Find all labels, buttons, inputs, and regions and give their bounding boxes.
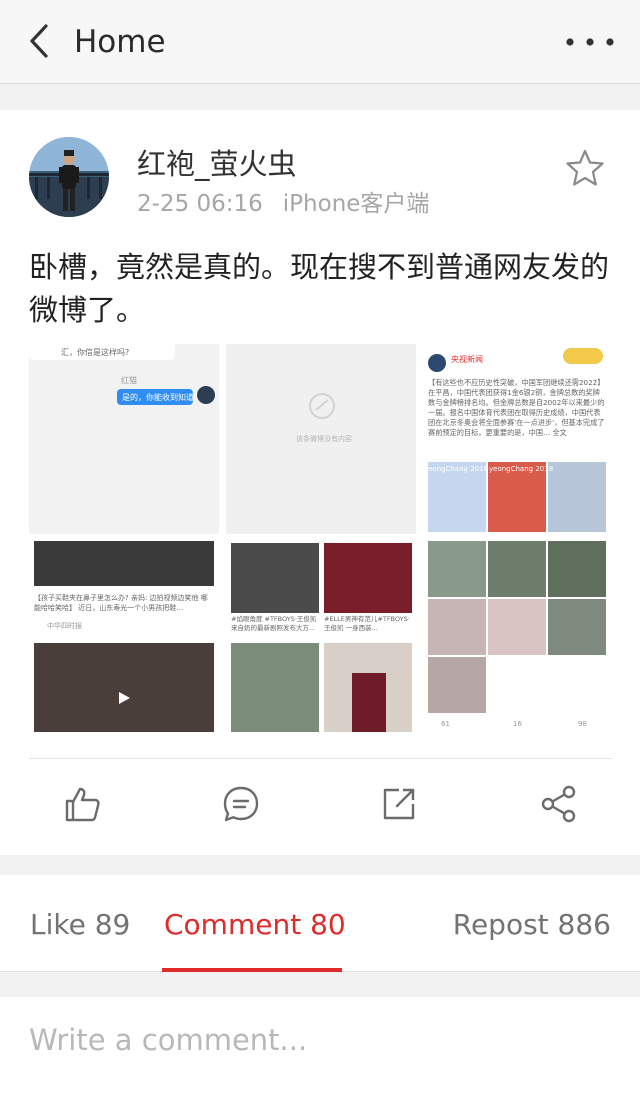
olympic-photo — [548, 462, 606, 532]
video-thumbnail[interactable] — [29, 643, 219, 732]
chat-sender: 红猫 — [121, 376, 137, 385]
chevron-left-icon — [30, 24, 48, 58]
photo — [488, 541, 546, 597]
video-caption: 【孩子买鞋夹在鼻子里怎么办? 亲妈: 边拍视频边笑他 哪能哈哈笑哈】 近日，山东… — [34, 594, 208, 612]
avatar-photo — [29, 137, 109, 217]
tab-comment[interactable]: Comment 80 — [164, 905, 346, 945]
news-badge — [563, 348, 603, 364]
like-count: 98 — [578, 720, 587, 728]
post-source: iPhone客户端 — [282, 191, 430, 217]
favorite-button[interactable] — [565, 148, 605, 188]
navigation-bar: Home — [0, 0, 640, 84]
photo — [428, 541, 486, 597]
photo — [231, 643, 319, 732]
photo — [488, 599, 546, 655]
divider — [29, 758, 613, 759]
video-still — [34, 643, 214, 732]
active-tab-indicator — [162, 968, 342, 972]
photo — [428, 657, 486, 713]
blank-caption: 该条微博没有内容 — [296, 435, 352, 443]
comment-count: 16 — [513, 720, 522, 728]
video-still — [34, 541, 214, 586]
post-meta: 2-25 06:16 iPhone客户端 — [137, 188, 429, 220]
post-username[interactable]: 红袍_萤火虫 — [137, 144, 297, 184]
share-button[interactable] — [539, 784, 579, 824]
news-text: 【有这些也不应历史性突破，中国军团继续还需2022】在平昌，中国代表团获得1金6… — [428, 378, 605, 437]
image-thumbnail[interactable]: 该条微博没有内容 — [226, 344, 416, 534]
video-source: 中华四时报 — [47, 622, 82, 630]
repost-count: 61 — [441, 720, 450, 728]
more-dots-icon — [566, 38, 614, 46]
image-thumbnail[interactable]: 汇，你信是这样吗? 红猫 是的，你能收到知道 — [29, 344, 219, 534]
olympic-banner: eongChang 2018 — [428, 465, 489, 473]
post-text: 卧槽，竟然是真的。现在搜不到普通网友发的微博了。 — [29, 250, 610, 327]
photo-caption: #焰眼角度 #TFBOYS·王俊凯 来自奶的最新剧照发布大方... — [231, 615, 317, 632]
no-content-icon — [309, 393, 335, 419]
chat-message: 汇，你信是这样吗? — [61, 348, 130, 357]
photo-figure — [352, 673, 386, 732]
comment-input[interactable] — [29, 1023, 609, 1057]
photo — [548, 541, 606, 597]
tab-like[interactable]: Like 89 — [30, 905, 130, 945]
comment-button[interactable] — [221, 784, 261, 824]
like-button[interactable] — [62, 784, 102, 824]
comment-composer — [0, 997, 640, 1093]
chat-avatar — [197, 386, 215, 404]
tab-repost[interactable]: Repost 886 — [453, 905, 611, 945]
image-thumbnail[interactable]: #焰眼角度 #TFBOYS·王俊凯 来自奶的最新剧照发布大方... #ELLE男… — [226, 541, 416, 636]
photo-caption: #ELLE男神有范儿#TFBOYS·王俊凯 一身西装... — [324, 615, 410, 632]
thumbs-up-icon — [65, 787, 100, 822]
post-card: 红袍_萤火虫 2-25 06:16 iPhone客户端 卧槽，竟然是真的。现在搜不… — [0, 110, 640, 855]
news-avatar — [428, 354, 446, 372]
photo — [231, 543, 319, 613]
repost-button[interactable] — [379, 784, 419, 824]
page-title: Home — [74, 24, 166, 60]
image-thumbnail[interactable]: 央视新闻 【有这些也不应历史性突破，中国军团继续还需2022】在平昌，中国代表团… — [423, 344, 613, 534]
image-thumbnail[interactable]: 61 16 98 — [423, 541, 613, 732]
image-thumbnail[interactable] — [226, 643, 416, 732]
image-thumbnail[interactable]: 【孩子买鞋夹在鼻子里怎么办? 亲妈: 边拍视频边笑他 哪能哈哈笑哈】 近日，山东… — [29, 541, 219, 636]
photo — [324, 543, 412, 613]
photo — [428, 599, 486, 655]
interaction-tabs: Like 89 Comment 80 Repost 886 — [0, 875, 640, 972]
comment-icon — [223, 786, 259, 822]
share-icon — [541, 785, 576, 823]
olympic-banner: yeongChang 2018 — [489, 465, 554, 473]
back-button[interactable] — [22, 18, 62, 64]
play-icon — [119, 692, 130, 704]
star-icon — [566, 149, 604, 186]
chat-reply: 是的，你能收到知道 — [122, 393, 194, 402]
more-button[interactable] — [562, 28, 618, 56]
image-grid: 汇，你信是这样吗? 红猫 是的，你能收到知道 该条微博没有内容 央视新闻 【有这… — [29, 344, 613, 732]
post-time: 2-25 06:16 — [137, 191, 263, 217]
photo — [548, 599, 606, 655]
avatar[interactable] — [29, 137, 109, 217]
news-account: 央视新闻 — [451, 355, 483, 364]
repost-icon — [383, 788, 415, 820]
